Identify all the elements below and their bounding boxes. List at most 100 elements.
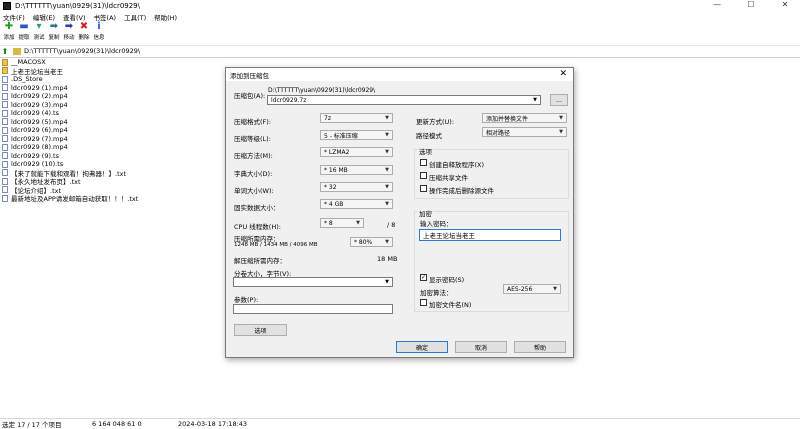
- file-name: .DS_Store: [11, 75, 43, 84]
- password-value: 上老王论坛当老王: [423, 232, 475, 240]
- status-date: 2024-03-18 17:18:43: [178, 420, 248, 428]
- chevron-down-icon: ▼: [356, 220, 360, 226]
- update-select[interactable]: 添加并替换文件 ▼: [482, 113, 567, 123]
- decomp-value: 18 MB: [377, 255, 398, 263]
- file-icon: [2, 101, 8, 109]
- maximize-button[interactable]: ☐: [744, 0, 758, 9]
- password-label: 输入密码：: [420, 220, 453, 228]
- archive-dir: D:\TTTTTT\yuan\0929(31)\ldcr0929\: [268, 87, 376, 94]
- file-icon: [2, 169, 8, 177]
- app-icon: [3, 2, 11, 10]
- level-label: 压缩等级(L):: [234, 135, 271, 143]
- sfx-label: 创建自释放程序(X): [429, 161, 485, 169]
- encrypt-names-checkbox[interactable]: [420, 299, 427, 306]
- update-value: 添加并替换文件: [486, 115, 529, 123]
- password-input[interactable]: 上老王论坛当老王: [419, 229, 561, 241]
- toolbar-button-2[interactable]: ▾ 测试: [32, 22, 46, 44]
- file-icon: [2, 126, 8, 134]
- file-icon: [2, 92, 8, 100]
- solid-select[interactable]: * 4 GB ▼: [320, 199, 393, 209]
- file-name: ldcr0929 (9).ts: [11, 151, 59, 160]
- status-bar: 选定 17 / 17 个项目 6 164 048 61 0 2024-03-18…: [0, 418, 800, 429]
- solid-label: 固实数据大小：: [234, 204, 280, 212]
- menu-tools[interactable]: 工具(T): [124, 12, 146, 22]
- dialog-title: 添加到压缩包: [230, 71, 269, 80]
- file-icon: [2, 186, 8, 194]
- drive-icon: [13, 47, 21, 55]
- encrypt-names-label: 加密文件名(N): [429, 301, 472, 309]
- archive-name-value: ldcr0929.7z: [271, 96, 307, 104]
- encryption-group-label: 加密: [418, 208, 433, 218]
- address-path[interactable]: D:\TTTTTT\yuan\0929(31)\ldcr0929\: [24, 47, 140, 55]
- file-icon: [2, 109, 8, 117]
- options-button[interactable]: 选项: [234, 324, 287, 336]
- toolbar-button-3[interactable]: ➡ 复制: [47, 22, 61, 44]
- archive-name-combo[interactable]: ldcr0929.7z ▼: [267, 95, 541, 105]
- chevron-down-icon: ▼: [385, 115, 389, 121]
- file-icon: [2, 152, 8, 160]
- show-password-checkbox[interactable]: ✓: [420, 274, 427, 281]
- move-icon: ➡: [64, 21, 74, 32]
- options-group-label: 选项: [418, 146, 433, 156]
- word-value: * 32: [324, 183, 337, 191]
- file-name: ldcr0929 (6).mp4: [11, 126, 68, 135]
- toolbar-label: 提取: [18, 35, 30, 41]
- toolbar-label: 删除: [78, 35, 90, 41]
- file-name: ldcr0929 (2).mp4: [11, 92, 68, 101]
- copy-icon: ➡: [49, 21, 59, 32]
- ok-button[interactable]: 确定: [396, 341, 448, 353]
- decomp-label: 解压缩所需内存：: [234, 257, 286, 265]
- enc-method-value: AES-256: [507, 285, 533, 293]
- cpu-value: * 8: [324, 219, 333, 227]
- browse-button[interactable]: ...: [550, 94, 568, 106]
- file-icon: [2, 135, 8, 143]
- mem-select[interactable]: * 80% ▼: [350, 237, 393, 247]
- dict-select[interactable]: * 16 MB ▼: [320, 165, 393, 175]
- enc-method-select[interactable]: AES-256 ▼: [503, 284, 561, 294]
- toolbar-button-6[interactable]: i 信息: [92, 22, 106, 44]
- minimize-button[interactable]: —: [710, 0, 724, 9]
- add-icon: ✚: [4, 21, 14, 32]
- cancel-button[interactable]: 取消: [455, 341, 507, 353]
- format-label: 压缩格式(F):: [234, 118, 272, 126]
- file-name: ldcr0929 (7).mp4: [11, 134, 68, 143]
- file-icon: [2, 143, 8, 151]
- file-icon: [2, 194, 8, 202]
- chevron-down-icon: ▼: [559, 115, 563, 121]
- split-combo[interactable]: ▼: [233, 277, 393, 287]
- format-select[interactable]: 7z ▼: [320, 113, 393, 123]
- pathmode-select[interactable]: 相对路径 ▼: [482, 127, 567, 137]
- params-input[interactable]: [233, 304, 393, 314]
- delete-after-checkbox[interactable]: [420, 185, 427, 192]
- chevron-down-icon: ▼: [385, 167, 389, 173]
- dialog-close-icon[interactable]: ✕: [559, 69, 567, 79]
- cpu-total: / 8: [387, 221, 396, 229]
- window-title: D:\TTTTTT\yuan\0929(31)\ldcr0929\: [15, 2, 140, 10]
- toolbar-button-5[interactable]: ✖ 删除: [77, 22, 91, 44]
- archive-label: 压缩包(A):: [234, 92, 266, 100]
- file-name: ldcr0929 (8).mp4: [11, 143, 68, 152]
- cpu-select[interactable]: * 8 ▼: [320, 218, 364, 228]
- info-icon: i: [97, 21, 101, 32]
- level-select[interactable]: 5 - 标准压缩 ▼: [320, 130, 393, 140]
- chevron-down-icon: ▼: [385, 239, 389, 245]
- file-row[interactable]: __MACOSX: [0, 58, 800, 67]
- sfx-checkbox[interactable]: [420, 159, 427, 166]
- word-label: 单词大小(W):: [234, 187, 274, 195]
- file-name: ldcr0929 (5).mp4: [11, 117, 68, 126]
- help-button[interactable]: 帮助: [514, 341, 566, 353]
- up-folder-icon[interactable]: ⬆: [0, 47, 10, 56]
- word-select[interactable]: * 32 ▼: [320, 182, 393, 192]
- close-button[interactable]: ✕: [778, 0, 792, 9]
- toolbar-button-4[interactable]: ➡ 移动: [62, 22, 76, 44]
- shared-checkbox[interactable]: [420, 172, 427, 179]
- title-bar: D:\TTTTTT\yuan\0929(31)\ldcr0929\ — ☐ ✕: [0, 0, 800, 12]
- method-select[interactable]: * LZMA2 ▼: [320, 147, 393, 157]
- shared-label: 压缩共享文件: [429, 174, 468, 182]
- toolbar-button-1[interactable]: ▬ 提取: [17, 22, 31, 44]
- menu-help[interactable]: 帮助(H): [154, 12, 177, 22]
- folder-icon: [2, 67, 8, 75]
- chevron-down-icon: ▼: [385, 149, 389, 155]
- toolbar-button-0[interactable]: ✚ 添加: [2, 22, 16, 44]
- solid-value: * 4 GB: [324, 200, 344, 208]
